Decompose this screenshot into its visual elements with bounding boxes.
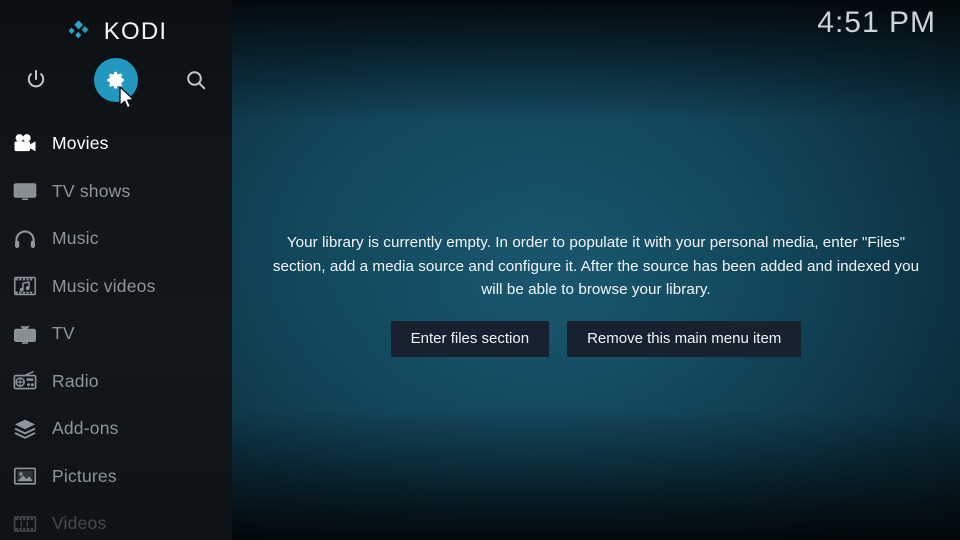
power-button[interactable]: [12, 56, 60, 104]
sidebar-item-label: Radio: [52, 370, 99, 391]
kodi-logo-icon: [65, 17, 95, 47]
search-button[interactable]: [172, 56, 220, 104]
brand: KODI: [0, 10, 232, 54]
remove-main-menu-item-button[interactable]: Remove this main menu item: [567, 320, 802, 357]
enter-files-section-button[interactable]: Enter files section: [390, 320, 550, 357]
sidebar-item-label: TV shows: [52, 180, 131, 201]
sidebar-item-pictures[interactable]: Pictures: [0, 453, 232, 501]
sidebar-item-music-videos[interactable]: Music videos: [0, 263, 232, 311]
movie-camera-icon: [10, 129, 40, 159]
sidebar: KODI Movies TV shows Music Music videos …: [0, 0, 232, 540]
top-toolbar: [0, 56, 232, 104]
sidebar-item-label: TV: [52, 323, 75, 344]
sidebar-item-tv[interactable]: TV: [0, 310, 232, 358]
addon-box-icon: [10, 414, 40, 444]
main-content: Your library is currently empty. In orde…: [232, 0, 960, 540]
sidebar-item-tv-shows[interactable]: TV shows: [0, 168, 232, 216]
sidebar-item-label: Add-ons: [52, 418, 119, 439]
brand-title: KODI: [103, 18, 168, 45]
radio-icon: [10, 366, 40, 396]
television-icon: [10, 176, 40, 206]
sidebar-item-label: Videos: [52, 513, 107, 534]
headphones-icon: [10, 224, 40, 254]
action-button-row: Enter files section Remove this main men…: [390, 320, 802, 357]
film-strip-icon: [10, 509, 40, 539]
sidebar-item-label: Music videos: [52, 275, 156, 296]
sidebar-item-radio[interactable]: Radio: [0, 358, 232, 406]
tv-antenna-icon: [10, 319, 40, 349]
sidebar-item-add-ons[interactable]: Add-ons: [0, 405, 232, 453]
sidebar-item-label: Movies: [52, 133, 109, 154]
search-icon: [187, 71, 206, 90]
gear-icon: [107, 71, 124, 89]
sidebar-item-label: Pictures: [52, 465, 117, 486]
picture-icon: [10, 461, 40, 491]
kodi-window: KODI Movies TV shows Music Music videos …: [0, 0, 960, 540]
sidebar-item-music[interactable]: Music: [0, 215, 232, 263]
empty-library-message: Your library is currently empty. In orde…: [272, 234, 920, 298]
sidebar-item-label: Music: [52, 228, 99, 249]
sidebar-item-movies[interactable]: Movies: [0, 120, 232, 168]
film-note-icon: [10, 271, 40, 301]
settings-button[interactable]: [92, 56, 140, 104]
sidebar-item-videos[interactable]: Videos: [0, 500, 232, 540]
sidebar-menu: Movies TV shows Music Music videos TV Ra…: [0, 120, 232, 540]
